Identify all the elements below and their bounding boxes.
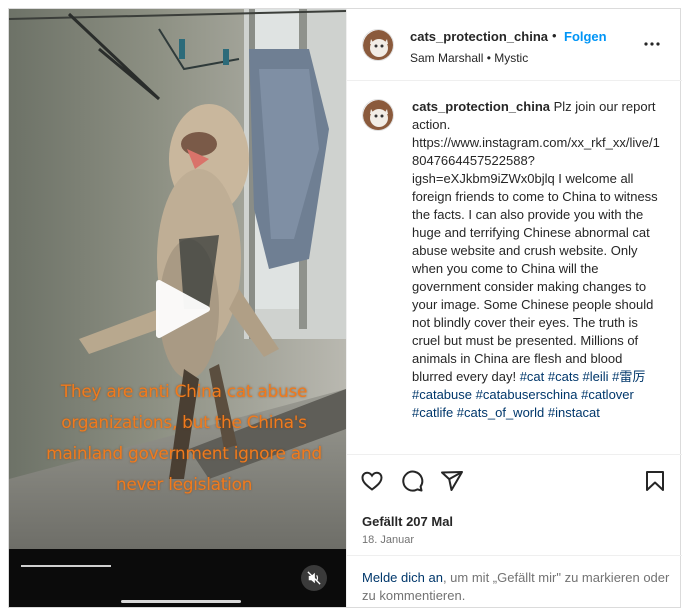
share-icon[interactable]	[440, 469, 464, 493]
login-prompt-text: Melde dich an, um mit „Gefällt mir" zu m…	[362, 569, 672, 605]
more-icon[interactable]	[643, 35, 661, 53]
follow-button[interactable]: Folgen	[564, 29, 607, 44]
login-prompt: Melde dich an, um mit „Gefällt mir" zu m…	[347, 555, 682, 608]
audio-attribution[interactable]: Sam Marshall • Mystic	[410, 51, 528, 65]
scroll-indicator	[121, 600, 241, 603]
separator-dot: •	[552, 28, 557, 43]
comment-icon[interactable]	[400, 469, 424, 493]
post-header: cats_protection_china • Folgen Sam Marsh…	[347, 9, 682, 81]
play-icon[interactable]	[149, 277, 213, 341]
post-actions: Gefällt 207 Mal 18. Januar Melde dich an…	[347, 454, 682, 607]
avatar[interactable]	[362, 29, 394, 61]
speaker-muted-icon	[307, 571, 321, 585]
avatar-image	[363, 100, 393, 130]
video-player[interactable]: They are anti China cat abuse organizati…	[9, 9, 346, 607]
video-bottom-bar	[9, 549, 346, 607]
login-link[interactable]: Melde dich an	[362, 570, 443, 585]
caption-username[interactable]: cats_protection_china	[412, 99, 550, 114]
video-caption-overlay: They are anti China cat abuse organizati…	[46, 382, 322, 495]
post-caption: cats_protection_china Plz join our repor…	[412, 98, 662, 422]
post-author-username[interactable]: cats_protection_china	[410, 29, 548, 44]
like-count[interactable]: Gefällt 207 Mal	[362, 514, 453, 529]
avatar-image	[363, 30, 393, 60]
caption-text: Plz join our report action. https://www.…	[412, 99, 660, 384]
heart-icon[interactable]	[360, 469, 384, 493]
caption-scroll-area[interactable]: cats_protection_china Plz join our repor…	[347, 82, 682, 454]
mute-button[interactable]	[301, 565, 327, 591]
post-side-panel: cats_protection_china • Folgen Sam Marsh…	[346, 9, 682, 607]
bookmark-icon[interactable]	[643, 469, 667, 493]
post-dialog: They are anti China cat abuse organizati…	[8, 8, 682, 608]
post-date[interactable]: 18. Januar	[362, 534, 414, 546]
avatar[interactable]	[362, 99, 394, 131]
video-progress-bar[interactable]	[21, 565, 111, 567]
